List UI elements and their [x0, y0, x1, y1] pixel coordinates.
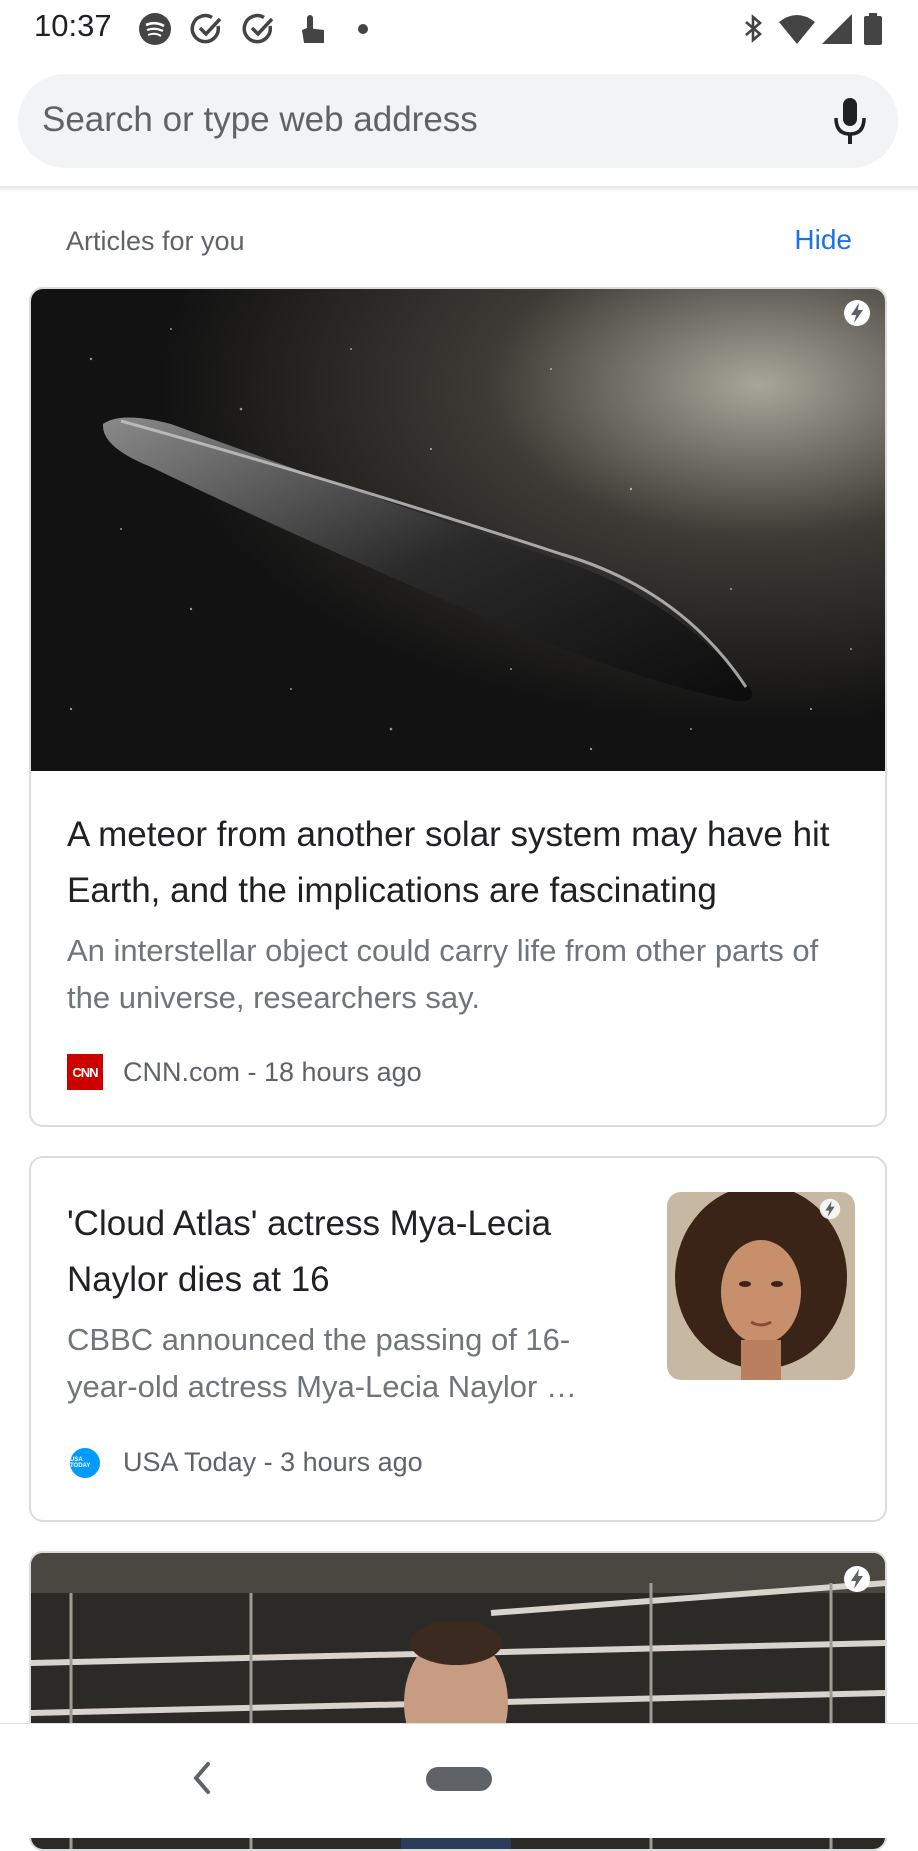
spotify-icon — [139, 13, 171, 45]
amp-badge-icon — [819, 1198, 841, 1220]
header-divider — [0, 186, 918, 192]
check-circle-icon — [190, 13, 222, 44]
dot-icon — [358, 24, 368, 34]
status-time: 10:37 — [34, 8, 112, 43]
hide-button[interactable]: Hide — [794, 224, 852, 256]
section-title: Articles for you — [66, 226, 245, 256]
battery-icon — [864, 13, 882, 45]
article-headline[interactable]: A meteor from another solar system may h… — [67, 807, 867, 919]
article-source: CNN CNN.com - 18 hours ago — [67, 1054, 422, 1090]
check-circle-icon — [242, 13, 274, 44]
bluetooth-icon — [745, 14, 762, 43]
article-snippet: CBBC announced the passing of 16-year-ol… — [67, 1322, 577, 1404]
usa-today-logo-icon: USA TODAY — [70, 1447, 100, 1478]
navigation-bar — [0, 1723, 918, 1838]
article-source: USA TODAY USA Today - 3 hours ago — [67, 1447, 423, 1478]
search-bar[interactable]: Search or type web address — [18, 74, 898, 168]
search-input[interactable]: Search or type web address — [42, 100, 478, 140]
cnn-logo-icon: CNN — [67, 1054, 103, 1090]
home-pill[interactable] — [426, 1767, 492, 1791]
amp-badge-icon — [844, 300, 870, 326]
article-card[interactable]: 'Cloud Atlas' actress Mya-Lecia Naylor d… — [29, 1156, 887, 1522]
back-icon[interactable] — [188, 1758, 214, 1798]
touch-icon — [302, 15, 324, 43]
actress-portrait-image — [667, 1192, 855, 1380]
source-text: CNN.com - 18 hours ago — [123, 1056, 422, 1087]
article-headline[interactable]: 'Cloud Atlas' actress Mya-Lecia Naylor d… — [67, 1196, 627, 1308]
signal-icon — [822, 14, 852, 44]
mic-icon[interactable] — [830, 96, 870, 146]
amp-badge-icon — [844, 1566, 870, 1592]
article-snippet: An interstellar object could carry life … — [67, 933, 819, 1015]
source-text: USA Today - 3 hours ago — [123, 1447, 423, 1477]
status-bar: 10:37 — [0, 0, 918, 56]
interstellar-object-image — [31, 289, 885, 771]
article-card[interactable]: A meteor from another solar system may h… — [29, 287, 887, 1127]
wifi-icon — [779, 15, 815, 44]
